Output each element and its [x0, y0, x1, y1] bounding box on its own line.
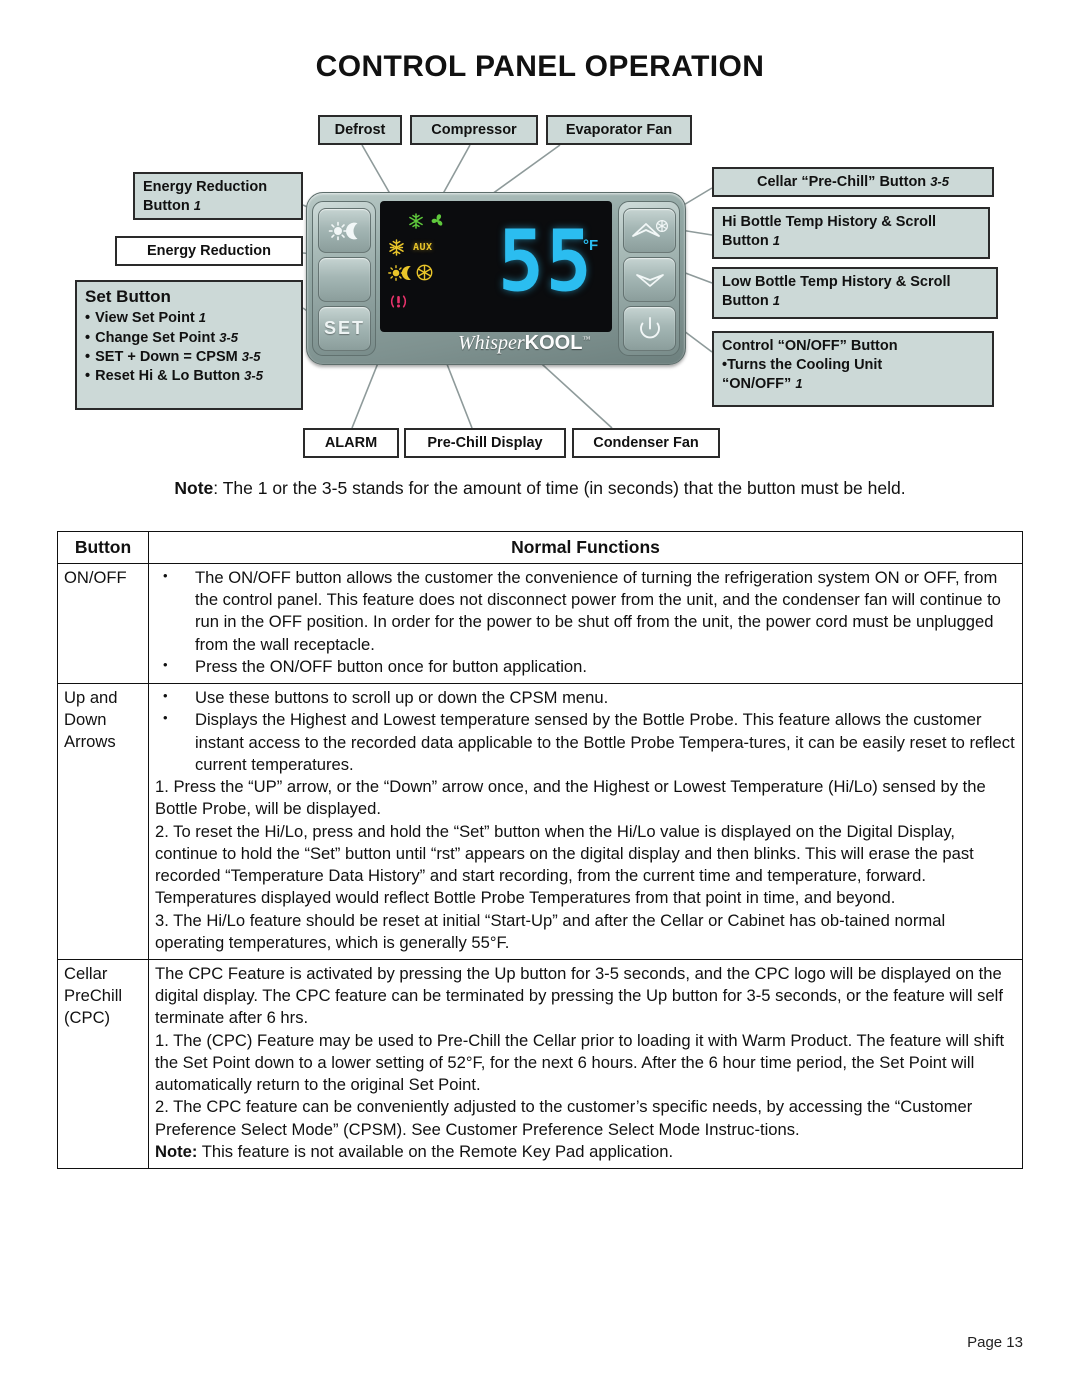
callout-alarm: ALARM	[303, 428, 399, 458]
aux-label-icon: AUX	[413, 242, 433, 253]
sun-moon-icon	[327, 221, 363, 241]
snowflake-icon	[408, 213, 424, 232]
callout-defrost: Defrost	[318, 115, 402, 145]
set-button-heading: Set Button	[85, 287, 171, 306]
energy-reduction-button[interactable]	[318, 208, 371, 253]
pre-chill-icon	[415, 263, 434, 285]
callout-line-2: Button 1	[143, 198, 201, 215]
callout-cellar-pre-chill-button: Cellar “Pre-Chill” Button 3-5	[712, 167, 994, 197]
brand-logo: WhisperKOOL™	[458, 332, 590, 355]
status-icon-cluster: AUX	[386, 209, 458, 314]
callout-energy-reduction-button: Energy Reduction Button 1	[133, 172, 303, 220]
down-arrow-icon	[633, 270, 667, 290]
list-item: Reset Hi & Lo Button 3-5	[85, 367, 293, 386]
set-button-list: View Set Point 1 Change Set Point 3-5 SE…	[85, 309, 293, 386]
document-page: CONTROL PANEL OPERATION Defrost Compress	[0, 0, 1080, 1397]
power-on-off-button[interactable]	[623, 306, 676, 351]
set-button-label: SET	[323, 318, 365, 338]
brand-tm: ™	[582, 334, 591, 344]
fan-icon	[429, 213, 446, 232]
energy-reduction-icon	[388, 265, 414, 284]
list-item: SET + Down = CPSM 3-5	[85, 348, 293, 367]
callout-condenser-fan: Condenser Fan	[572, 428, 720, 458]
right-button-pad	[618, 201, 680, 356]
callout-low-bottle-temp: Low Bottle Temp History & Scroll Button …	[712, 267, 998, 319]
temperature-value: 55	[498, 211, 594, 311]
callout-pre-chill-display: Pre-Chill Display	[404, 428, 566, 458]
callout-control-on-off: Control “ON/OFF” Button •Turns the Cooli…	[712, 331, 994, 407]
digital-display-screen: AUX 55 °F	[380, 201, 612, 332]
set-button[interactable]: SET	[318, 306, 371, 351]
callout-set-button: Set Button View Set Point 1 Change Set P…	[75, 280, 303, 410]
callout-line-1: Energy Reduction	[143, 179, 268, 195]
brand-kool: KOOL	[524, 332, 583, 354]
callout-evaporator-fan: Evaporator Fan	[546, 115, 692, 145]
down-arrow-button[interactable]	[623, 257, 676, 302]
up-arrow-button[interactable]	[623, 208, 676, 253]
list-item: View Set Point 1	[85, 309, 293, 328]
alarm-icon	[389, 293, 408, 313]
power-icon	[636, 315, 664, 343]
blank-key-left	[318, 257, 371, 302]
temperature-unit: °F	[583, 237, 599, 254]
defrost-icon	[388, 239, 405, 259]
control-panel-illustration: SET AUX 55 °F WhisperKOOL™	[306, 192, 686, 365]
callout-compressor: Compressor	[410, 115, 538, 145]
left-button-pad: SET	[312, 201, 376, 356]
brand-whisper: Whisper	[458, 332, 525, 354]
list-item: Change Set Point 3-5	[85, 329, 293, 348]
callout-hi-bottle-temp: Hi Bottle Temp History & Scroll Button 1	[712, 207, 990, 259]
callout-energy-reduction: Energy Reduction	[115, 236, 303, 266]
up-arrow-snowflake-icon	[629, 219, 671, 243]
